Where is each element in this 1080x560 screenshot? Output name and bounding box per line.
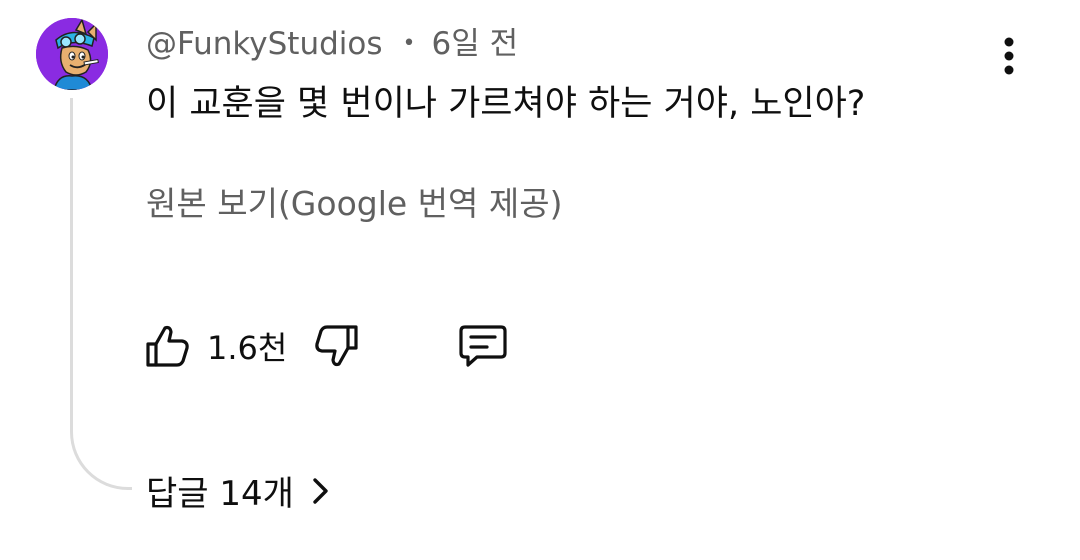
comment-icon: [459, 325, 507, 367]
chevron-right-icon: [313, 477, 328, 504]
more-vert-icon: [1004, 37, 1014, 75]
dislike-button[interactable]: [313, 322, 361, 370]
timestamp[interactable]: 6일 전: [432, 26, 519, 62]
avatar[interactable]: [36, 18, 108, 90]
separator-dot: •: [402, 31, 416, 56]
view-replies-button[interactable]: 답글 14개: [146, 466, 332, 515]
comment-header: @FunkyStudios • 6일 전: [146, 26, 518, 62]
like-button[interactable]: [143, 322, 191, 370]
comment-text: 이 교훈을 몇 번이나 가르쳐야 하는 거야, 노인아?: [146, 84, 866, 124]
like-count: 1.6천: [207, 329, 288, 367]
reply-button[interactable]: [457, 322, 509, 370]
see-original-link[interactable]: 원본 보기(Google 번역 제공): [146, 182, 562, 226]
thumbs-down-icon: [315, 325, 358, 367]
avatar-image: [36, 18, 108, 90]
replies-label: 답글 14개: [146, 474, 294, 514]
thread-line: [70, 98, 132, 490]
author-name[interactable]: @FunkyStudios: [146, 26, 383, 62]
more-button[interactable]: [992, 36, 1026, 78]
comment-actions: 1.6천: [143, 318, 509, 374]
thumbs-up-icon: [146, 325, 189, 367]
